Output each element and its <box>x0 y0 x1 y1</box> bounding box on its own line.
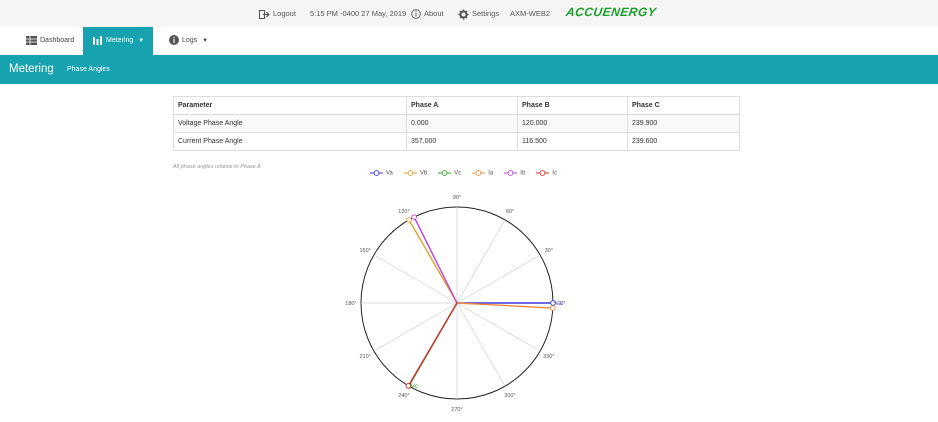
legend-marker <box>370 170 383 176</box>
polar-tick-label: 330° <box>543 354 554 360</box>
phasor-label-va: Va <box>555 301 563 307</box>
phasor-line-ib <box>413 216 458 304</box>
chevron-down-icon: ▼ <box>202 38 209 44</box>
polar-tick-label: 180° <box>345 301 356 307</box>
phasor-point-ib <box>411 214 417 220</box>
polar-tick-label: 90° <box>453 195 461 201</box>
polar-tick-label: 30° <box>545 248 553 254</box>
legend-item-ib[interactable]: Ib <box>504 170 525 177</box>
polar-tick-label: 150° <box>360 248 371 254</box>
table-cell: Current Phase Angle <box>173 132 407 151</box>
legend-label: Vb <box>419 170 428 177</box>
nav-metering-label: Metering <box>106 37 134 44</box>
table-cell: Voltage Phase Angle <box>173 114 407 133</box>
polar-tick-label: 120° <box>398 209 409 215</box>
polar-tick-label: 210° <box>360 354 371 360</box>
polar-grid-line <box>456 254 541 304</box>
legend-marker <box>536 170 550 176</box>
legend-label: Va <box>386 170 393 177</box>
about-label: About <box>424 9 444 18</box>
polar-tick-label: 300° <box>504 393 515 399</box>
phasor-label-vc: Vc <box>411 384 418 390</box>
column-header: Phase A <box>406 96 518 115</box>
info-circle-icon <box>169 35 179 46</box>
polar-tick-label: 240° <box>398 393 409 399</box>
about-link[interactable]: About <box>411 0 444 27</box>
datetime-text: 5:15 PM -0400 27 May, 2019 <box>310 9 407 18</box>
legend-label: Vc <box>454 170 462 177</box>
table-cell: 120.000 <box>517 114 628 133</box>
bar-chart-icon <box>93 35 102 45</box>
settings-link[interactable]: Settings <box>458 0 499 27</box>
info-circle-icon <box>411 9 421 19</box>
column-header: Parameter <box>173 96 407 115</box>
polar-grid-line <box>456 302 541 352</box>
logout-label: Logout <box>273 9 296 18</box>
legend-item-ia[interactable]: Ia <box>472 170 493 177</box>
chart-legend: Va Vb Vc Ia Ib Ic <box>370 170 568 177</box>
legend-marker <box>438 170 452 176</box>
table-cell: 357.000 <box>406 132 518 151</box>
page-subtitle: Phase Angles <box>67 66 110 73</box>
phase-angle-table: Parameter Phase A Phase B Phase C Voltag… <box>173 96 740 151</box>
polar-grid-line <box>456 302 506 387</box>
column-header: Phase C <box>627 96 740 115</box>
chevron-down-icon: ▼ <box>138 38 145 44</box>
nav-logs-label: Logs <box>182 37 198 44</box>
phasor-point-ic <box>405 383 412 389</box>
column-header: Phase B <box>517 96 628 115</box>
legend-marker <box>504 170 518 176</box>
legend-item-ic[interactable]: Ic <box>536 170 557 177</box>
legend-item-va[interactable]: Va <box>370 170 393 177</box>
table-cell: 116.500 <box>517 132 628 151</box>
legend-marker <box>403 170 417 176</box>
phase-angle-polar-chart: 90°60°30°0°330°300°270°240°210°180°150°1… <box>345 195 565 413</box>
polar-grid-line <box>456 219 506 304</box>
phasor-point-ia <box>550 305 556 311</box>
phasor-line-vb <box>408 219 458 304</box>
legend-label: Ia <box>488 170 494 177</box>
table-row: Voltage Phase Angle 0.000 120.000 239.90… <box>173 114 740 133</box>
logout-icon <box>259 9 270 19</box>
legend-item-vb[interactable]: Vb <box>403 170 428 177</box>
legend-item-vc[interactable]: Vc <box>438 170 461 177</box>
gear-icon <box>458 9 469 20</box>
polar-grid-line <box>373 302 458 352</box>
polar-tick-label: 270° <box>451 407 462 413</box>
table-row: Current Phase Angle 357.000 116.500 239.… <box>173 132 740 151</box>
legend-label: Ic <box>552 170 557 177</box>
settings-label: Settings <box>472 9 500 18</box>
page-header: Metering Phase Angles <box>0 55 938 84</box>
table-cell: 239.600 <box>627 132 740 151</box>
polar-tick-label: 60° <box>506 209 514 215</box>
page-title: Metering <box>9 63 54 75</box>
main-nav: Dashboard Metering ▼ Logs ▼ <box>0 27 938 55</box>
legend-label: Ib <box>520 170 526 177</box>
nav-dashboard-label: Dashboard <box>40 37 75 44</box>
phasor-line-ia <box>456 302 553 309</box>
device-name: AXM-WEB2 <box>510 9 551 18</box>
accuenergy-logo: ACCUENERGY <box>565 5 658 19</box>
phase-note: All phase angles relative to Phase A <box>173 164 261 170</box>
nav-metering[interactable]: Metering ▼ <box>83 27 153 55</box>
top-bar: Logout 5:15 PM -0400 27 May, 2019 About … <box>0 0 938 28</box>
nav-logs[interactable]: Logs ▼ <box>169 27 208 55</box>
nav-dashboard[interactable]: Dashboard <box>20 27 80 55</box>
table-cell: 0.000 <box>406 114 518 133</box>
table-cell: 239.900 <box>627 114 740 133</box>
phasor-point-vb <box>406 217 412 223</box>
table-icon <box>26 35 37 45</box>
legend-marker <box>472 170 486 176</box>
logout-link[interactable]: Logout <box>259 0 296 27</box>
table-header-row: Parameter Phase A Phase B Phase C <box>173 96 740 115</box>
phasor-line-ic <box>407 302 458 387</box>
